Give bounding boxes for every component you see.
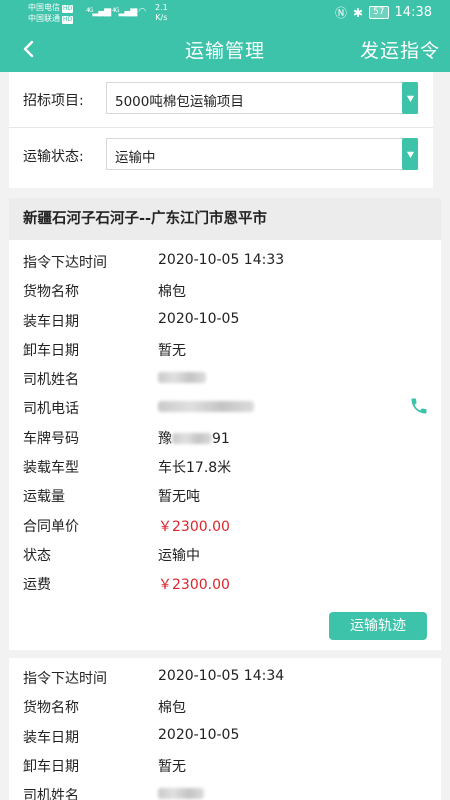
- plate-prefix: 豫: [158, 430, 172, 447]
- transport-track-button[interactable]: 运输轨迹: [329, 612, 427, 640]
- detail-label: 司机电话: [23, 401, 79, 418]
- driver-name-value: [158, 369, 206, 385]
- detail-label: 司机姓名: [23, 788, 79, 800]
- detail-row: 装车日期 2020-10-05: [9, 721, 441, 750]
- detail-label: 装车日期: [23, 313, 79, 330]
- plate-suffix: 91: [212, 430, 230, 447]
- signal-icon: 4G▂▄▆ 4G▂▄▆ ◠: [86, 7, 146, 17]
- detail-label: 运费: [23, 577, 51, 594]
- hd-badge: HD: [62, 16, 74, 24]
- status-right: Ⓝ ✱ 57 14:38: [335, 4, 432, 21]
- order-details: 指令下达时间 2020-10-05 14:34 货物名称 棉包 装车日期 202…: [9, 658, 441, 800]
- detail-label: 车牌号码: [23, 430, 79, 447]
- detail-row: 指令下达时间 2020-10-05 14:34: [9, 662, 441, 691]
- detail-label: 合同单价: [23, 518, 79, 535]
- unload-date-value: 暂无: [158, 342, 186, 359]
- detail-label: 卸车日期: [23, 342, 79, 359]
- app-header: 运输管理 发运指令: [0, 26, 450, 72]
- route-title: 新疆石河子石河子--广东江门市恩平市: [9, 198, 441, 240]
- detail-row: 指令下达时间 2020-10-05 14:33: [9, 246, 441, 275]
- carrier-info: 中国电信 HD 中国联通 HD: [28, 2, 74, 24]
- speed-unit: K/s: [155, 13, 168, 22]
- order-card[interactable]: 指令下达时间 2020-10-05 14:34 货物名称 棉包 装车日期 202…: [9, 658, 441, 800]
- detail-label: 货物名称: [23, 700, 79, 717]
- detail-row: 司机电话: [9, 392, 441, 421]
- goods-value: 棉包: [158, 700, 186, 717]
- redacted-text: [172, 433, 212, 445]
- carrier-1: 中国电信: [28, 3, 60, 12]
- load-date-value: 2020-10-05: [158, 726, 240, 743]
- fee-value: ￥2300.00: [158, 577, 230, 594]
- plate-value: 豫 91: [158, 428, 230, 448]
- detail-label: 指令下达时间: [23, 255, 107, 271]
- detail-row: 卸车日期 暂无: [9, 334, 441, 363]
- project-label: 招标项目:: [23, 93, 84, 109]
- detail-row: 状态 运输中: [9, 539, 441, 568]
- detail-row: 卸车日期 暂无: [9, 750, 441, 779]
- bluetooth-icon: ✱: [353, 5, 364, 20]
- unload-date-value: 暂无: [158, 758, 186, 775]
- detail-label: 状态: [23, 547, 51, 564]
- driver-phone-value: [158, 398, 254, 414]
- status-select[interactable]: 运输中: [106, 138, 418, 170]
- status-filter-row: 运输状态: 运输中: [9, 128, 433, 184]
- status-select-value: 运输中: [115, 150, 156, 166]
- status-label: 运输状态:: [23, 149, 84, 165]
- redacted-text: [158, 371, 206, 383]
- carrier-2: 中国联通: [28, 14, 60, 23]
- order-time-value: 2020-10-05 14:33: [158, 252, 285, 268]
- detail-row: 装载车型 车长17.8米: [9, 451, 441, 480]
- detail-row: 司机姓名: [9, 779, 441, 800]
- detail-label: 运载量: [23, 489, 65, 506]
- driver-name-value: [158, 785, 204, 800]
- order-time-value: 2020-10-05 14:34: [158, 668, 285, 684]
- project-select[interactable]: 5000吨棉包运输项目: [106, 82, 418, 114]
- load-date-value: 2020-10-05: [158, 310, 240, 327]
- wifi-icon: ◠: [138, 7, 146, 17]
- dropdown-arrow-icon: [402, 82, 418, 114]
- volume-value: 暂无吨: [158, 489, 200, 506]
- filter-panel: 招标项目: 5000吨棉包运输项目 运输状态: 运输中: [9, 72, 433, 188]
- detail-row: 合同单价 ￥2300.00: [9, 510, 441, 539]
- phone-icon[interactable]: [409, 396, 429, 416]
- detail-label: 司机姓名: [23, 372, 79, 389]
- detail-label: 指令下达时间: [23, 671, 107, 687]
- detail-label: 装车日期: [23, 729, 79, 746]
- project-filter-row: 招标项目: 5000吨棉包运输项目: [9, 72, 433, 128]
- goods-value: 棉包: [158, 284, 186, 301]
- speed-value: 2.1: [155, 3, 168, 12]
- detail-label: 货物名称: [23, 284, 79, 301]
- detail-row: 运费 ￥2300.00: [9, 568, 441, 597]
- dropdown-arrow-icon: [402, 138, 418, 170]
- clock: 14:38: [394, 5, 432, 20]
- vehicle-type-value: 车长17.8米: [158, 460, 232, 477]
- detail-row: 货物名称 棉包: [9, 691, 441, 720]
- status-value: 运输中: [158, 547, 200, 564]
- battery-icon: 57: [369, 6, 389, 19]
- order-card[interactable]: 新疆石河子石河子--广东江门市恩平市 指令下达时间 2020-10-05 14:…: [9, 198, 441, 650]
- status-bar: 中国电信 HD 中国联通 HD 4G▂▄▆ 4G▂▄▆ ◠ 2.1 K/s Ⓝ ✱ …: [0, 0, 450, 26]
- order-details: 指令下达时间 2020-10-05 14:33 货物名称 棉包 装车日期 202…: [9, 240, 441, 598]
- detail-row: 货物名称 棉包: [9, 275, 441, 304]
- detail-label: 装载车型: [23, 460, 79, 477]
- nfc-icon: Ⓝ: [335, 6, 348, 20]
- detail-row: 司机姓名: [9, 363, 441, 392]
- detail-row: 运载量 暂无吨: [9, 480, 441, 509]
- detail-row: 车牌号码 豫 91: [9, 422, 441, 451]
- redacted-text: [158, 787, 204, 799]
- network-speed: 2.1 K/s: [155, 3, 168, 23]
- hd-badge: HD: [62, 5, 74, 13]
- project-select-value: 5000吨棉包运输项目: [115, 94, 244, 110]
- detail-label: 卸车日期: [23, 758, 79, 775]
- redacted-text: [158, 400, 254, 412]
- unit-price-value: ￥2300.00: [158, 518, 230, 535]
- dispatch-order-button[interactable]: 发运指令: [360, 36, 440, 63]
- detail-row: 装车日期 2020-10-05: [9, 305, 441, 334]
